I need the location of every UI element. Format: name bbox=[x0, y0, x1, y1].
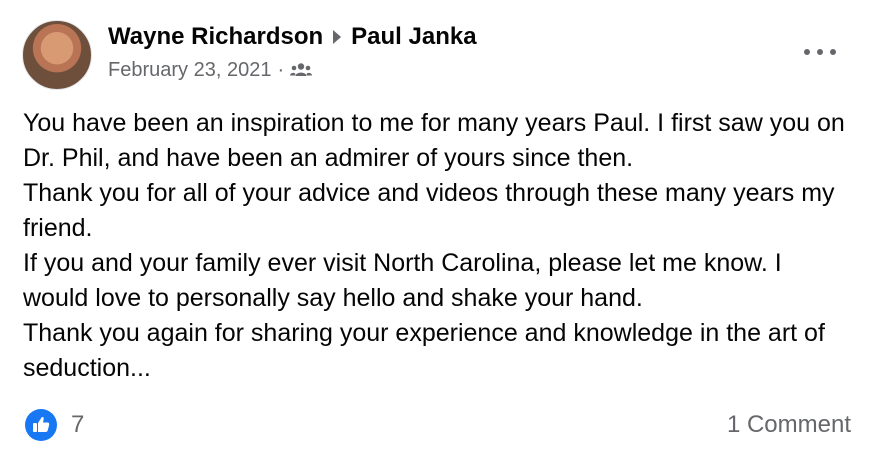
post-card: Wayne Richardson Paul Janka February 23,… bbox=[0, 0, 876, 463]
post-body-line: You have been an inspiration to me for m… bbox=[23, 109, 845, 172]
reactions-summary[interactable]: 7 bbox=[25, 409, 84, 441]
author-name[interactable]: Wayne Richardson bbox=[108, 22, 323, 52]
post-body-line: Thank you again for sharing your experie… bbox=[23, 319, 825, 382]
author-line: Wayne Richardson Paul Janka bbox=[108, 22, 477, 52]
post-body: You have been an inspiration to me for m… bbox=[23, 106, 853, 386]
more-options-icon[interactable] bbox=[804, 40, 836, 64]
friends-icon[interactable] bbox=[290, 62, 313, 78]
post-meta: Wayne Richardson Paul Janka February 23,… bbox=[108, 22, 477, 82]
post-body-line: If you and your family ever visit North … bbox=[23, 249, 782, 312]
more-dot bbox=[830, 49, 836, 55]
comments-count-link[interactable]: 1 Comment bbox=[727, 411, 851, 439]
reaction-count: 7 bbox=[71, 411, 85, 438]
post-header: Wayne Richardson Paul Janka February 23,… bbox=[22, 20, 477, 90]
more-dot bbox=[804, 49, 810, 55]
separator-dot: · bbox=[277, 59, 285, 81]
arrow-right-icon bbox=[331, 28, 343, 46]
target-name[interactable]: Paul Janka bbox=[351, 22, 476, 52]
post-subline: February 23, 2021 · bbox=[108, 58, 477, 82]
more-dot bbox=[817, 49, 823, 55]
like-icon bbox=[25, 409, 57, 441]
post-body-line: Thank you for all of your advice and vid… bbox=[23, 179, 835, 242]
avatar[interactable] bbox=[22, 20, 92, 90]
post-footer: 7 1 Comment bbox=[25, 406, 851, 444]
post-date[interactable]: February 23, 2021 bbox=[108, 58, 271, 82]
